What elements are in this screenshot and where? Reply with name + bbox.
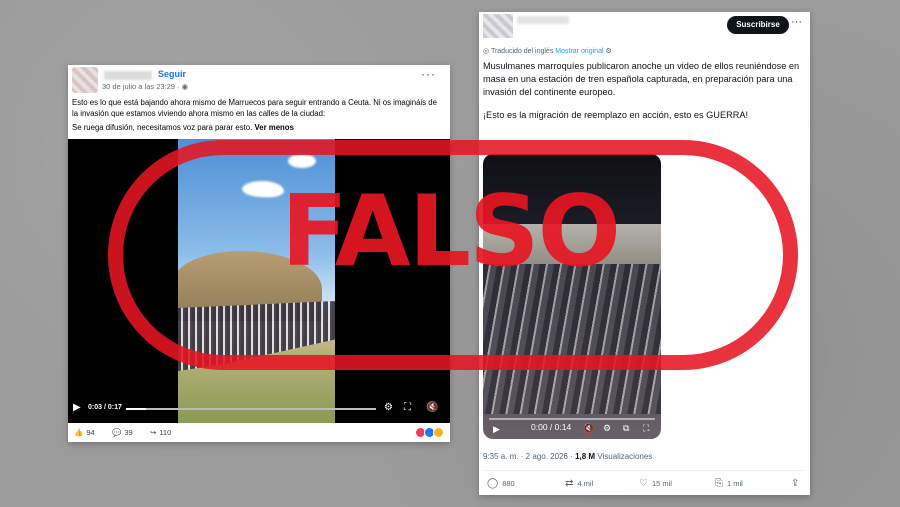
repost-button[interactable]: ⇄ 4 mil [565,478,593,489]
avatar [483,14,513,38]
blurred-author-name [517,16,569,24]
engagement-bar: 👍 94 💬 39 ↪ 110 [68,425,450,442]
translation-note: ◎ Traducido del inglés Mostrar original … [483,48,612,55]
play-icon[interactable]: ▶ [73,403,81,413]
post-meta: 9:35 a. m. · 2 ago. 2026 · 1,8 M Visuali… [483,452,653,461]
divider [483,470,805,471]
post-paragraph: Musulmanes marroquíes publicaron anoche … [483,61,800,97]
video-time: 0:00 / 0:14 [531,422,572,432]
share-stat[interactable]: ↪ 110 [150,428,171,437]
comment-icon: 💬 [112,428,122,437]
action-bar: ◯ 880 ⇄ 4 mil ♡ 15 mil ⎘ 1 mil ⇪ [483,478,805,492]
globe-icon: ◎ [483,48,491,55]
volume-icon[interactable]: 🔇 [583,423,594,433]
comment-stat[interactable]: 💬 39 [112,428,133,437]
blurred-author-name [104,71,152,80]
settings-icon[interactable]: ⚙ [384,403,393,413]
post-paragraph: Esto es lo que está bajando ahora mismo … [72,98,437,118]
video-progress-bar[interactable] [489,418,655,420]
post-date[interactable]: 30 de julio a las 23:29 · ◉ [102,82,188,91]
reply-button[interactable]: ◯ 880 [487,478,515,489]
subscribe-button[interactable]: Suscribirse [727,16,789,34]
reply-icon: ◯ [487,478,499,489]
share-icon: ↪ [150,428,157,437]
heart-icon: ♡ [639,478,648,489]
post-text: Musulmanes marroquíes publicaron anoche … [483,60,801,132]
follow-button[interactable]: Seguir [158,69,186,79]
reaction-icons[interactable] [415,427,444,438]
settings-icon[interactable]: ⚙ [605,48,611,55]
video-controls: ▶ 0:00 / 0:14 🔇 ⚙ ⧉ ⛶ [483,417,661,439]
see-less-link[interactable]: Ver menos [254,123,293,132]
like-button[interactable]: ♡ 15 mil [639,478,672,489]
more-icon[interactable]: ··· [791,16,802,28]
show-original-link[interactable]: Mostrar original [555,48,603,55]
wow-icon [433,427,444,438]
bookmark-icon: ⎘ [715,478,723,489]
fact-check-stamp-word: FALSO [281,175,621,289]
repost-icon: ⇄ [565,478,574,489]
settings-icon[interactable]: ⚙ [603,423,611,433]
play-icon[interactable]: ▶ [493,424,500,434]
globe-icon: ◉ [181,82,189,91]
post-paragraph: ¡Esto es la migración de reemplazo en ac… [483,110,749,120]
avatar [72,67,98,93]
upload-icon: ⇪ [791,478,800,489]
fb-post-header: Seguir 30 de julio a las 23:29 · ◉ ··· [72,67,446,97]
post-paragraph: Se ruega difusión, necesitamos voz para … [72,123,294,132]
fullscreen-icon[interactable]: ⛶ [643,423,649,433]
like-stat[interactable]: 👍 94 [74,428,95,437]
volume-icon[interactable]: 🔇 [426,403,438,413]
more-icon[interactable]: ··· [421,67,436,81]
pip-icon[interactable]: ⧉ [623,423,629,433]
bookmark-button[interactable]: ⎘ 1 mil [715,478,743,489]
video-progress-fill [126,408,146,410]
video-progress-bar[interactable] [126,408,376,410]
post-text: Esto es lo que está bajando ahora mismo … [72,97,444,136]
fullscreen-icon[interactable]: ⛶ [404,403,411,413]
share-button[interactable]: ⇪ [791,478,799,489]
like-icon: 👍 [74,428,84,437]
video-time: 0:03 / 0:17 [88,404,122,411]
video-controls: ▶ 0:03 / 0:17 ⚙ ⛶ 🔇 [68,401,450,417]
